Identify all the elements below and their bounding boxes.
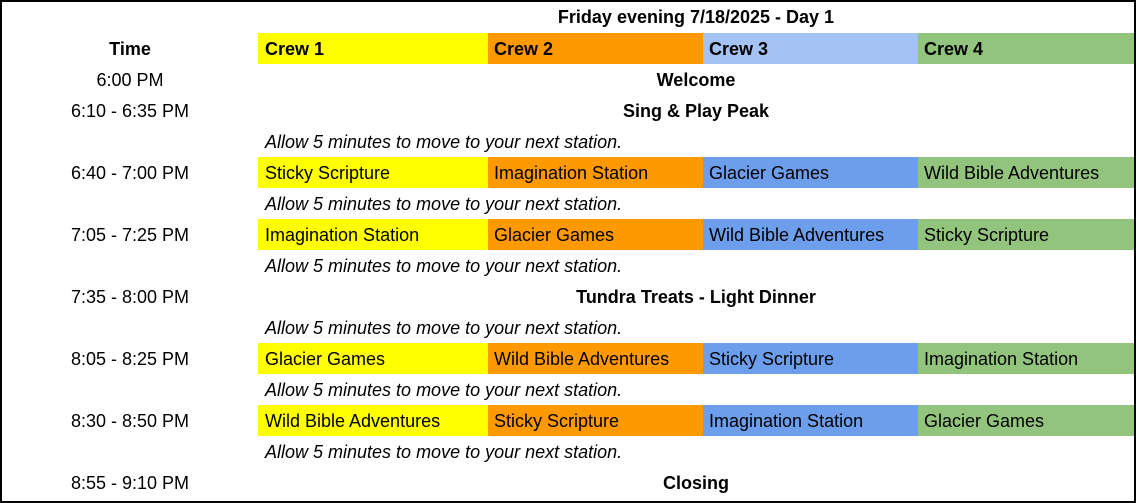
crew-1-header: Crew 1 [258,33,488,64]
schedule-row: 8:55 - 9:10 PM Closing [2,467,1134,498]
schedule-row: 6:00 PM Welcome [2,64,1134,95]
crew-3-station: Imagination Station [703,405,918,436]
schedule-row: 8:30 - 8:50 PM Wild Bible Adventures Sti… [2,405,1134,436]
schedule-row: 8:05 - 8:25 PM Glacier Games Wild Bible … [2,343,1134,374]
time-cell-empty [2,374,258,405]
schedule-title: Friday evening 7/18/2025 - Day 1 [557,7,835,27]
transition-note: Allow 5 minutes to move to your next sta… [265,194,623,214]
crew-1-station: Glacier Games [258,343,488,374]
time-cell: 7:35 - 8:00 PM [70,287,190,307]
crew-1-station: Sticky Scripture [258,157,488,188]
crew-3-header: Crew 3 [703,33,918,64]
transition-note: Allow 5 minutes to move to your next sta… [265,442,623,462]
crew-4-station: Sticky Scripture [918,219,1134,250]
time-cell: 6:40 - 7:00 PM [70,163,190,183]
schedule-row: 6:40 - 7:00 PM Sticky Scripture Imaginat… [2,157,1134,188]
transition-note: Allow 5 minutes to move to your next sta… [265,318,623,338]
title-spacer [2,2,258,32]
schedule-row: 6:10 - 6:35 PM Sing & Play Peak [2,95,1134,126]
transition-row: Allow 5 minutes to move to your next sta… [2,436,1134,467]
crew-3-station: Sticky Scripture [703,343,918,374]
time-cell: 6:10 - 6:35 PM [70,101,190,121]
crew-2-station: Wild Bible Adventures [488,343,703,374]
transition-note: Allow 5 minutes to move to your next sta… [265,132,623,152]
crew-4-station: Glacier Games [918,405,1134,436]
activity-span: Tundra Treats - Light Dinner [576,287,816,307]
crew-3-station: Wild Bible Adventures [703,219,918,250]
transition-row: Allow 5 minutes to move to your next sta… [2,250,1134,281]
time-cell: 6:00 PM [96,70,164,90]
activity-span: Sing & Play Peak [622,101,770,121]
time-cell: 8:30 - 8:50 PM [70,411,190,431]
crew-2-station: Sticky Scripture [488,405,703,436]
time-header: Time [109,39,151,59]
schedule-row: 7:35 - 8:00 PM Tundra Treats - Light Din… [2,281,1134,312]
crew-1-station: Imagination Station [258,219,488,250]
title-row: Friday evening 7/18/2025 - Day 1 [2,2,1134,32]
transition-note: Allow 5 minutes to move to your next sta… [265,380,623,400]
crew-2-header: Crew 2 [488,33,703,64]
crew-4-station: Imagination Station [918,343,1134,374]
crew-4-header: Crew 4 [918,33,1134,64]
transition-row: Allow 5 minutes to move to your next sta… [2,188,1134,219]
crew-4-station: Wild Bible Adventures [918,157,1134,188]
schedule-sheet: Friday evening 7/18/2025 - Day 1 Time Cr… [0,0,1136,503]
transition-row: Allow 5 minutes to move to your next sta… [2,374,1134,405]
time-cell: 8:55 - 9:10 PM [70,473,190,493]
crew-3-station: Glacier Games [703,157,918,188]
time-cell: 8:05 - 8:25 PM [70,349,190,369]
crew-2-station: Imagination Station [488,157,703,188]
schedule-row: 7:05 - 7:25 PM Imagination Station Glaci… [2,219,1134,250]
header-row: Time Crew 1 Crew 2 Crew 3 Crew 4 [2,33,1134,64]
time-cell-empty [2,188,258,219]
transition-row: Allow 5 minutes to move to your next sta… [2,126,1134,157]
time-cell-empty [2,126,258,157]
time-cell-empty [2,250,258,281]
transition-row: Allow 5 minutes to move to your next sta… [2,312,1134,343]
time-cell-empty [2,436,258,467]
time-cell-empty [2,312,258,343]
transition-note: Allow 5 minutes to move to your next sta… [265,256,623,276]
time-cell: 7:05 - 7:25 PM [70,225,190,245]
crew-1-station: Wild Bible Adventures [258,405,488,436]
crew-2-station: Glacier Games [488,219,703,250]
activity-span: Closing [663,473,729,493]
activity-span: Welcome [656,70,736,90]
